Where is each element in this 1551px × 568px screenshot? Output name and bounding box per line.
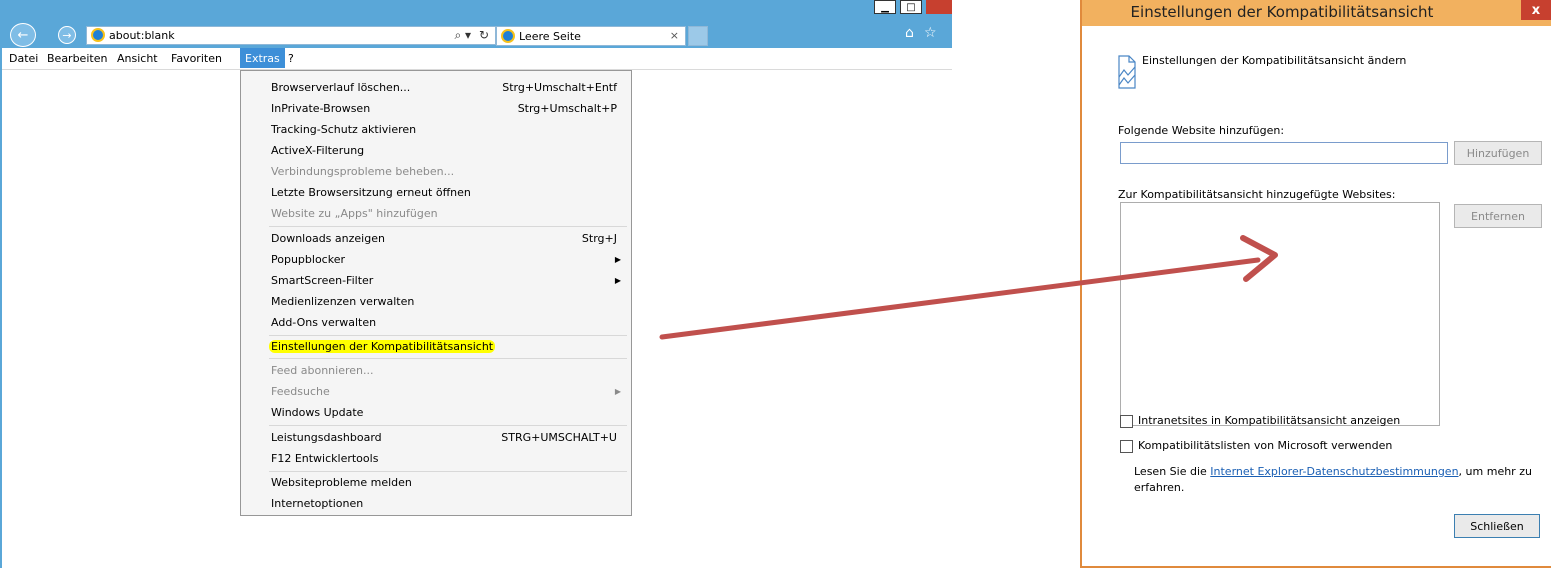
menu-item-popupblocker[interactable]: Popupblocker ▶ <box>271 249 623 270</box>
menu-help[interactable]: ? <box>285 51 297 66</box>
menu-item-addons[interactable]: Add-Ons verwalten <box>271 312 623 333</box>
intranet-checkbox-label: Intranetsites in Kompatibilitätsansicht … <box>1138 414 1401 427</box>
ie-window: ▁ □ ← → about:blank ⌕ ▾ ↻ Leere Seite × … <box>0 0 952 568</box>
menu-item-shortcut: Strg+Umschalt+Entf <box>502 81 617 94</box>
back-arrow-icon: ← <box>17 27 29 43</box>
compat-view-icon <box>1118 55 1136 89</box>
dialog-title: Einstellungen der Kompatibilitätsansicht <box>1130 3 1434 21</box>
privacy-link[interactable]: Internet Explorer-Datenschutzbestimmunge… <box>1210 465 1458 478</box>
menu-item-label: ActiveX-Filterung <box>271 144 365 157</box>
remove-button[interactable]: Entfernen <box>1454 204 1542 228</box>
menu-item-label: Websiteprobleme melden <box>271 476 412 489</box>
menu-favoriten[interactable]: Favoriten <box>168 51 225 66</box>
dialog-close-button[interactable]: x <box>1521 0 1551 20</box>
dialog-titlebar: Einstellungen der Kompatibilitätsansicht… <box>1082 0 1551 26</box>
menu-item-apps: Website zu „Apps" hinzufügen <box>271 203 623 224</box>
forward-arrow-icon: → <box>62 28 72 42</box>
close-dialog-button[interactable]: Schließen <box>1454 514 1540 538</box>
ms-lists-checkbox-label: Kompatibilitätslisten von Microsoft verw… <box>1138 439 1393 452</box>
menu-ansicht[interactable]: Ansicht <box>114 51 161 66</box>
menu-item-label: Windows Update <box>271 406 364 419</box>
submenu-arrow-icon: ▶ <box>614 387 621 396</box>
menu-item-inprivate[interactable]: InPrivate-Browsen Strg+Umschalt+P <box>271 98 623 119</box>
menu-separator <box>269 226 627 227</box>
menu-item-label: Website zu „Apps" hinzufügen <box>271 207 438 220</box>
new-tab-button[interactable] <box>688 26 708 46</box>
submenu-arrow-icon: ▶ <box>614 255 621 264</box>
tab-title: Leere Seite <box>519 30 581 43</box>
menu-item-letzte-sitzung[interactable]: Letzte Browsersitzung erneut öffnen <box>271 182 623 203</box>
menu-item-smartscreen[interactable]: SmartScreen-Filter ▶ <box>271 270 623 291</box>
menu-item-verbindungsprobleme: Verbindungsprobleme beheben... <box>271 161 623 182</box>
back-button[interactable]: ← <box>10 23 36 47</box>
compat-view-dialog: Einstellungen der Kompatibilitätsansicht… <box>1080 0 1551 568</box>
menu-item-label: Leistungsdashboard <box>271 431 382 444</box>
menu-item-activex[interactable]: ActiveX-Filterung <box>271 140 623 161</box>
ie-logo-icon <box>91 28 105 42</box>
add-site-input[interactable] <box>1120 142 1448 164</box>
close-window-button[interactable] <box>926 0 952 14</box>
menu-item-label: Add-Ons verwalten <box>271 316 377 329</box>
menu-item-downloads[interactable]: Downloads anzeigen Strg+J <box>271 228 623 249</box>
menu-item-label: Feed abonnieren... <box>271 364 374 377</box>
menu-separator <box>269 425 627 426</box>
menu-datei[interactable]: Datei <box>6 51 41 66</box>
menu-item-browserverlauf[interactable]: Browserverlauf löschen... Strg+Umschalt+… <box>271 77 623 98</box>
menu-item-shortcut: Strg+J <box>581 232 617 245</box>
menu-item-f12-entwicklertools[interactable]: F12 Entwicklertools <box>271 448 623 469</box>
menu-item-label: Verbindungsprobleme beheben... <box>271 165 455 178</box>
menu-item-tracking-schutz[interactable]: Tracking-Schutz aktivieren <box>271 119 623 140</box>
menu-item-label: Medienlizenzen verwalten <box>271 295 415 308</box>
dialog-header-text: Einstellungen der Kompatibilitätsansicht… <box>1142 54 1407 67</box>
menu-item-label: SmartScreen-Filter <box>271 274 374 287</box>
close-icon: x <box>1531 2 1541 18</box>
menu-item-medienlizenzen[interactable]: Medienlizenzen verwalten <box>271 291 623 312</box>
menu-item-internetoptionen[interactable]: Internetoptionen <box>271 493 623 514</box>
menu-item-leistungsdashboard[interactable]: Leistungsdashboard STRG+UMSCHALT+U <box>271 427 623 448</box>
menu-item-shortcut: STRG+UMSCHALT+U <box>501 431 617 444</box>
menu-item-websiteprobleme[interactable]: Websiteprobleme melden <box>271 472 623 493</box>
submenu-arrow-icon: ▶ <box>614 276 621 285</box>
minimize-button[interactable]: ▁ <box>874 0 896 14</box>
menu-item-windows-update[interactable]: Windows Update <box>271 402 623 423</box>
sites-list[interactable] <box>1120 202 1440 426</box>
intranet-checkbox[interactable] <box>1120 415 1133 428</box>
menu-item-label: Downloads anzeigen <box>271 232 385 245</box>
menu-item-shortcut: Strg+Umschalt+P <box>517 102 617 115</box>
address-text[interactable]: about:blank <box>109 29 175 42</box>
menu-extras[interactable]: Extras <box>240 48 285 68</box>
menu-item-label: Feedsuche <box>271 385 330 398</box>
menu-item-label: Tracking-Schutz aktivieren <box>271 123 417 136</box>
ms-lists-checkbox[interactable] <box>1120 440 1133 453</box>
menu-item-label: F12 Entwicklertools <box>271 452 379 465</box>
menu-item-feedsuche: Feedsuche ▶ <box>271 381 623 402</box>
search-icon[interactable]: ⌕ ▾ <box>454 28 471 43</box>
address-bar[interactable]: about:blank ⌕ ▾ ↻ <box>86 26 496 45</box>
menu-separator <box>269 358 627 359</box>
ie-logo-icon <box>501 29 515 43</box>
menu-item-feed-abonnieren: Feed abonnieren... <box>271 360 623 381</box>
forward-button[interactable]: → <box>58 26 76 44</box>
favorites-star-icon[interactable]: ☆ <box>924 25 937 41</box>
privacy-text: Lesen Sie die Internet Explorer-Datensch… <box>1134 464 1551 496</box>
menu-item-kompatibilitaetsansicht[interactable]: Einstellungen der Kompatibilitätsansicht <box>269 336 623 357</box>
menu-item-label: InPrivate-Browsen <box>271 102 371 115</box>
menubar: Datei Bearbeiten Ansicht Favoriten Extra… <box>2 48 952 70</box>
privacy-prefix: Lesen Sie die <box>1134 465 1211 478</box>
menu-item-label-highlighted: Einstellungen der Kompatibilitätsansicht <box>269 340 496 353</box>
maximize-button[interactable]: □ <box>900 0 922 14</box>
menu-item-label: Letzte Browsersitzung erneut öffnen <box>271 186 471 199</box>
extras-dropdown-menu: Browserverlauf löschen... Strg+Umschalt+… <box>240 70 632 516</box>
refresh-icon[interactable]: ↻ <box>479 28 489 42</box>
add-site-label: Folgende Website hinzufügen: <box>1118 124 1285 137</box>
menu-item-label: Popupblocker <box>271 253 345 266</box>
sites-list-label: Zur Kompatibilitätsansicht hinzugefügte … <box>1118 188 1396 201</box>
tab-active[interactable]: Leere Seite × <box>496 26 686 46</box>
tab-close-icon[interactable]: × <box>670 29 679 42</box>
menu-bearbeiten[interactable]: Bearbeiten <box>44 51 110 66</box>
home-icon[interactable]: ⌂ <box>905 25 914 41</box>
menu-item-label: Internetoptionen <box>271 497 364 510</box>
menu-item-label: Browserverlauf löschen... <box>271 81 411 94</box>
add-button[interactable]: Hinzufügen <box>1454 141 1542 165</box>
